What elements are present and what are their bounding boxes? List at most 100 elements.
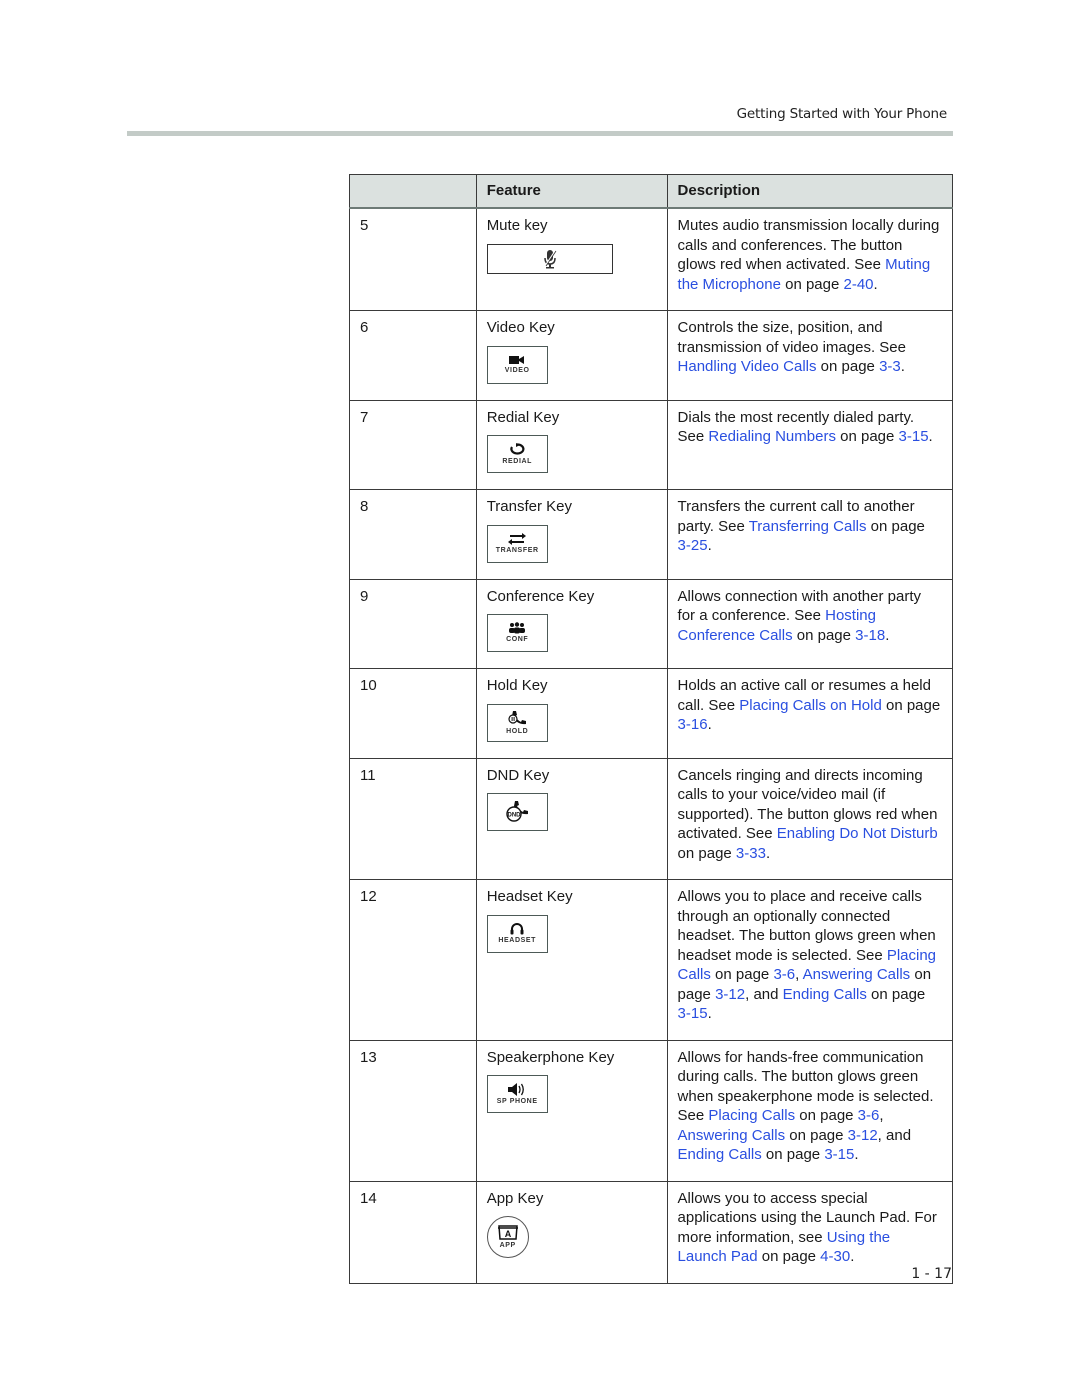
key-label: HOLD <box>506 727 529 735</box>
feature-cell: Transfer Key TRANSFER <box>475 489 668 580</box>
table-row: 10 Hold Key HOLD Holds an active call or re… <box>349 668 954 759</box>
speaker-icon <box>508 1082 526 1096</box>
cross-reference-link[interactable]: Handling Video Calls <box>678 358 817 375</box>
cross-reference-link[interactable]: Placing Calls <box>708 1107 795 1124</box>
description-text: . <box>854 1146 859 1163</box>
row-number: 10 <box>349 668 477 759</box>
description-text: . <box>850 1248 855 1265</box>
cross-reference-link[interactable]: 3-12 <box>848 1127 878 1144</box>
description-text: . <box>873 275 878 293</box>
cross-reference-link[interactable]: Answering Calls <box>803 966 911 983</box>
cross-reference-link[interactable]: 3-6 <box>773 966 795 983</box>
column-header-feature: Feature <box>475 174 668 209</box>
key-image: DND <box>486 793 548 831</box>
feature-name: Headset Key <box>486 888 573 905</box>
key-image: CONF <box>486 614 548 652</box>
app-launchpad-icon: A <box>497 1224 519 1240</box>
key-label: REDIAL <box>502 457 533 465</box>
column-header-description: Description <box>666 174 954 209</box>
feature-cell: Mute key <box>475 207 668 311</box>
svg-text:A: A <box>504 1229 511 1239</box>
key-label: VIDEO <box>504 366 530 374</box>
key-label: HEADSET <box>498 937 537 944</box>
cross-reference-link[interactable]: 4-30 <box>820 1248 850 1265</box>
description-cell: Mutes audio transmission locally during … <box>666 207 954 311</box>
description-text: , and <box>877 1126 912 1144</box>
feature-name: Speakerphone Key <box>486 1048 615 1066</box>
cross-reference-link[interactable]: 3-6 <box>858 1107 880 1124</box>
description-cell: Allows for hands-free communication duri… <box>666 1039 954 1182</box>
description-text: Controls the size, position, and transmi… <box>677 319 906 356</box>
feature-cell: App Key A APP <box>475 1180 668 1284</box>
feature-cell: Speakerphone Key SP PHONE <box>475 1039 668 1182</box>
row-number: 11 <box>349 757 477 880</box>
row-number: 6 <box>349 310 477 401</box>
cross-reference-link[interactable]: 3-16 <box>678 716 708 733</box>
row-number: 14 <box>349 1180 477 1284</box>
cross-reference-link[interactable]: 2-40 <box>844 276 874 293</box>
key-image: REDIAL <box>486 435 548 473</box>
description-text: on page <box>677 844 736 862</box>
table-row: 5 Mute key Mutes audio transmission locall… <box>349 207 954 311</box>
table-row: 13 Speakerphone Key SP PHONE Allows for han… <box>349 1039 954 1182</box>
cross-reference-link[interactable]: 3-18 <box>855 627 885 644</box>
cross-reference-link[interactable]: Placing Calls on Hold <box>739 697 882 714</box>
description-text: . <box>707 537 712 554</box>
description-text: . <box>765 844 771 862</box>
description-text: on page <box>795 1107 858 1124</box>
feature-name: Hold Key <box>486 677 548 694</box>
feature-name: Conference Key <box>486 587 595 605</box>
description-cell: Controls the size, position, and transmi… <box>666 310 954 401</box>
description-cell: Allows connection with another party for… <box>666 578 954 669</box>
cross-reference-link[interactable]: 3-25 <box>678 537 708 554</box>
conference-people-icon <box>508 622 526 634</box>
cross-reference-link[interactable]: Transferring Calls <box>749 518 867 535</box>
cross-reference-link[interactable]: 3-15 <box>678 1005 708 1022</box>
feature-name: Redial Key <box>486 408 560 426</box>
table-row: 6 Video Key VIDEO Controls the size, positi… <box>349 310 954 401</box>
description-text: Allows you to access special application… <box>677 1189 937 1246</box>
description-text: on page <box>761 1146 825 1163</box>
cross-reference-link[interactable]: 3-12 <box>715 986 745 1003</box>
description-text: on page <box>835 428 899 445</box>
description-text: on page <box>757 1248 821 1265</box>
cross-reference-link[interactable]: 3-15 <box>899 428 929 445</box>
feature-cell: Video Key VIDEO <box>475 310 668 401</box>
feature-cell: DND Key DND <box>475 757 668 880</box>
feature-name: App Key <box>486 1189 544 1207</box>
description-cell: Allows you to access special application… <box>666 1180 954 1284</box>
feature-name: Transfer Key <box>486 498 572 515</box>
dnd-handset-icon: DND <box>504 800 530 824</box>
description-text: on page <box>780 275 844 293</box>
table-row: 9 Conference Key CONF Allows connection wit… <box>349 578 954 669</box>
table-row: 11 DND Key DND Cancels ringing and directs … <box>349 757 954 880</box>
description-text: on page <box>710 966 774 983</box>
cross-reference-link[interactable]: Ending Calls <box>678 1146 762 1163</box>
header-rule <box>127 131 953 136</box>
key-image: TRANSFER <box>486 524 548 563</box>
row-number: 5 <box>349 207 477 311</box>
key-image: HOLD <box>486 703 548 742</box>
column-header-number <box>349 174 477 209</box>
description-text: . <box>885 626 890 644</box>
table-row: 8 Transfer Key TRANSFER Transfers the curre… <box>349 489 954 580</box>
cross-reference-link[interactable]: 3-33 <box>736 845 766 862</box>
video-camera-icon <box>509 355 525 365</box>
key-image: HEADSET <box>486 914 548 953</box>
cross-reference-link[interactable]: 3-3 <box>879 358 901 375</box>
cross-reference-link[interactable]: Ending Calls <box>783 986 867 1003</box>
cross-reference-link[interactable]: Answering Calls <box>678 1127 786 1144</box>
key-image: VIDEO <box>486 345 548 384</box>
description-text: . <box>928 428 933 445</box>
table-header-row: Feature Description <box>349 174 954 209</box>
description-cell: Cancels ringing and directs incoming cal… <box>666 757 954 880</box>
cross-reference-link[interactable]: Redialing Numbers <box>708 428 836 445</box>
cross-reference-link[interactable]: 3-15 <box>824 1146 854 1163</box>
description-text: on page <box>792 626 856 644</box>
feature-table: Feature Description 5 Mute key Mutes audio… <box>349 174 954 1284</box>
row-number: 7 <box>349 399 477 490</box>
feature-cell: Redial Key REDIAL <box>475 399 668 490</box>
cross-reference-link[interactable]: Enabling Do Not Disturb <box>777 825 938 842</box>
feature-name: Video Key <box>486 319 555 336</box>
table-row: 14 App Key A APP Allows you to access specia… <box>349 1180 954 1284</box>
